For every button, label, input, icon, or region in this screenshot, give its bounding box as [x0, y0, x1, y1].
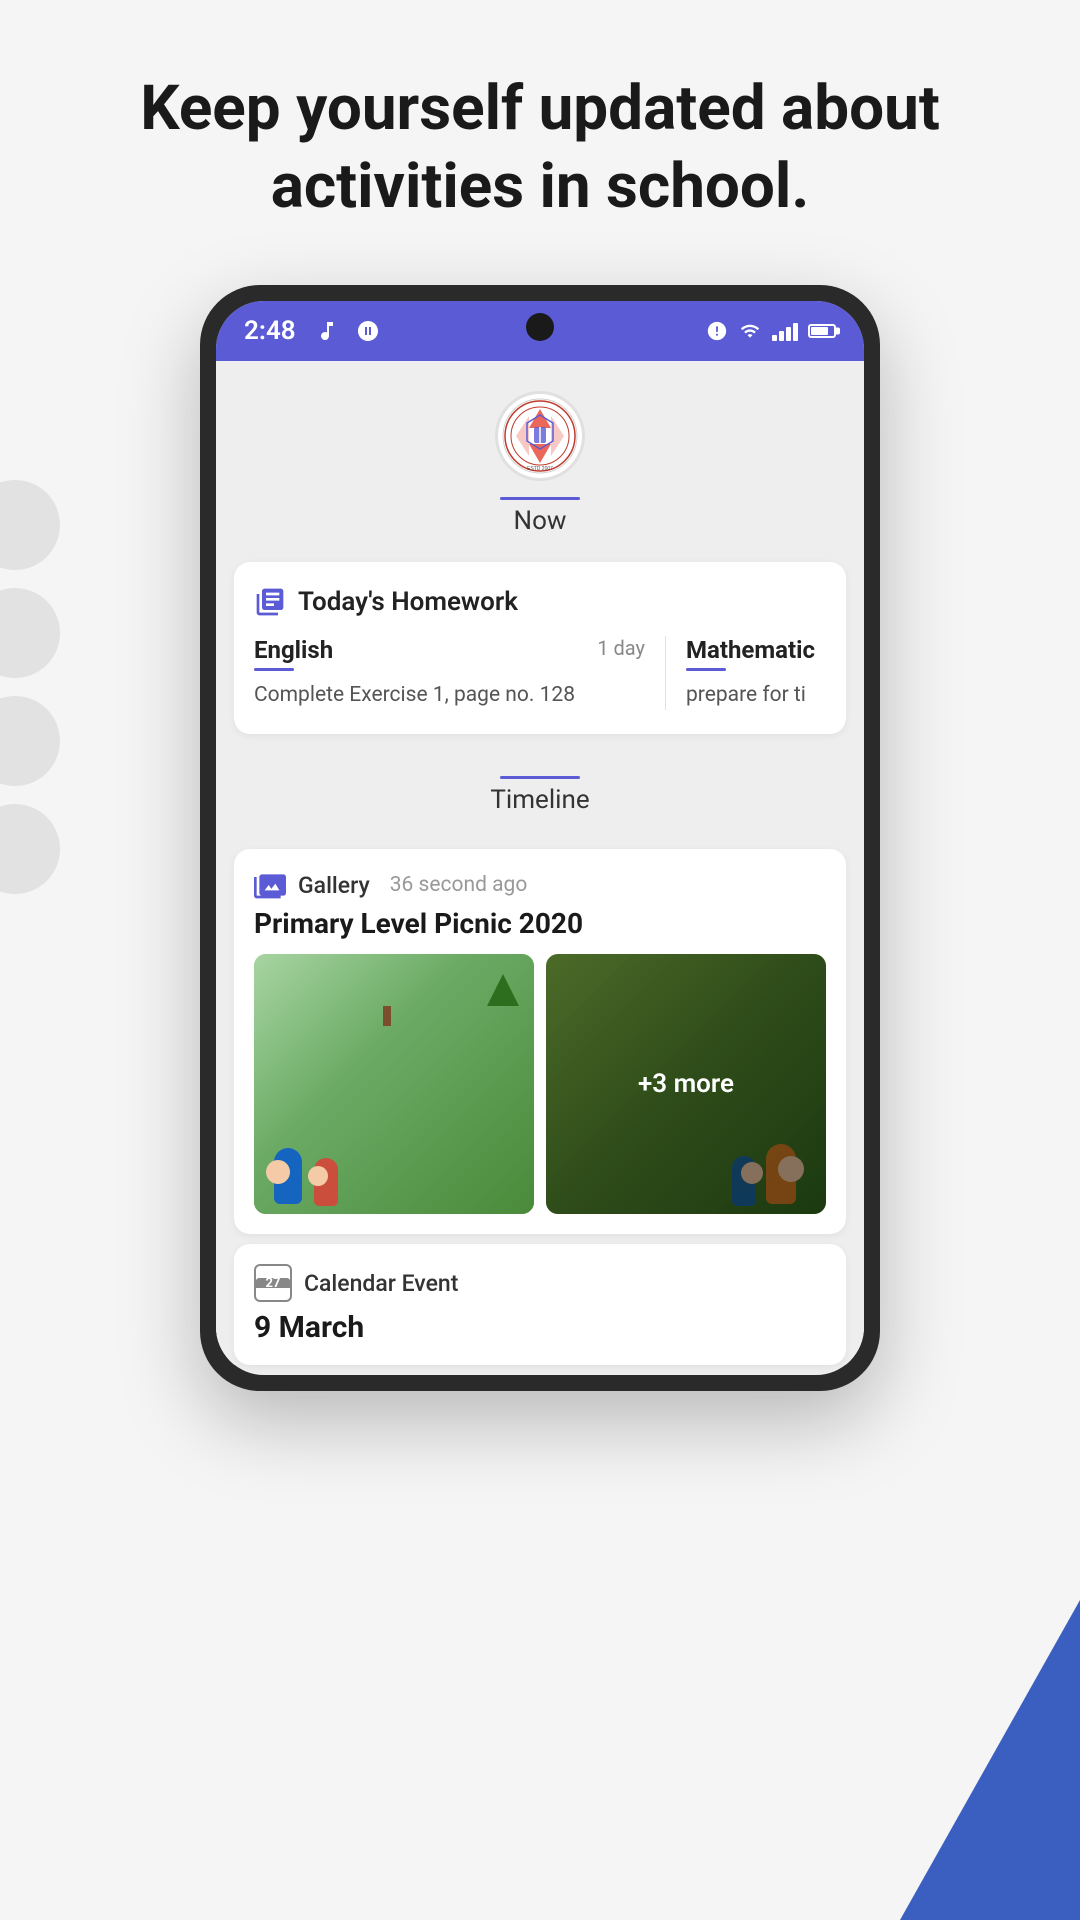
decorative-triangle: [900, 1600, 1080, 1920]
timeline-tab-label[interactable]: Timeline: [490, 785, 589, 831]
math-description: prepare for ti: [686, 681, 826, 710]
timeline-tab-underline: [500, 776, 580, 779]
gallery-image-2[interactable]: +3 more: [546, 954, 826, 1214]
gallery-images: +3 more: [254, 954, 826, 1214]
now-tab-label[interactable]: Now: [514, 506, 567, 552]
homework-card-header: Today's Homework: [254, 586, 826, 618]
svg-text:ESTD 2007: ESTD 2007: [527, 466, 553, 472]
school-logo: ESTD 2007: [495, 391, 585, 481]
music-icon: [318, 319, 342, 343]
gallery-card-header: Gallery 36 second ago: [254, 869, 826, 901]
calendar-icon: 27: [254, 1264, 292, 1302]
timeline-section: Timeline Gallery 36 second ago Primary: [216, 744, 864, 1365]
timeline-tab: Timeline: [216, 760, 864, 839]
status-bar: 2:48: [216, 301, 864, 361]
gallery-card[interactable]: Gallery 36 second ago Primary Level Picn…: [234, 849, 846, 1234]
gallery-image-1[interactable]: [254, 954, 534, 1214]
whatsapp-icon: [356, 319, 380, 343]
homework-icon: [254, 586, 286, 618]
english-subject: English: [254, 636, 333, 664]
phone-frame: 2:48: [200, 285, 880, 1391]
now-tab-underline: [500, 497, 580, 500]
battery-icon: [808, 324, 836, 338]
more-count-label: +3 more: [638, 1069, 734, 1099]
logo-section: ESTD 2007 Now: [216, 361, 864, 552]
english-days: 1 day: [597, 636, 645, 660]
homework-grid: English 1 day Complete Exercise 1, page …: [254, 636, 826, 710]
gallery-time: 36 second ago: [390, 873, 528, 897]
gallery-post-title: Primary Level Picnic 2020: [254, 907, 826, 940]
status-icons-right: [706, 320, 836, 342]
status-time: 2:48: [244, 316, 296, 346]
page-title: Keep yourself updated about activities i…: [0, 0, 1080, 285]
calendar-type-label: Calendar Event: [304, 1270, 458, 1297]
english-description: Complete Exercise 1, page no. 128: [254, 681, 645, 710]
calendar-date: 9 March: [254, 1310, 826, 1345]
camera-notch: [526, 313, 554, 341]
english-underline: [254, 668, 294, 671]
app-content: ESTD 2007 Now Today's Homework: [216, 361, 864, 1365]
gallery-icon: [254, 869, 286, 901]
more-overlay: +3 more: [546, 954, 826, 1214]
homework-item-math[interactable]: Mathematic prepare for ti: [686, 636, 826, 710]
math-subject: Mathematic: [686, 636, 815, 664]
homework-item-english[interactable]: English 1 day Complete Exercise 1, page …: [254, 636, 645, 710]
math-underline: [686, 668, 726, 671]
calendar-header: 27 Calendar Event: [254, 1264, 826, 1302]
calendar-card[interactable]: 27 Calendar Event 9 March: [234, 1244, 846, 1365]
alarm-icon: [706, 320, 728, 342]
phone-screen: 2:48: [216, 301, 864, 1375]
signal-bars: [772, 321, 798, 341]
school-logo-svg: ESTD 2007: [501, 397, 579, 475]
status-icons-left: [318, 319, 380, 343]
calendar-icon-top: 27: [256, 1278, 290, 1288]
decorative-circles: [0, 480, 60, 894]
homework-divider: [665, 636, 666, 710]
wifi-icon: [738, 321, 762, 341]
gallery-type-label: Gallery: [298, 872, 370, 899]
calendar-icon-num: 27: [266, 1276, 281, 1291]
homework-title: Today's Homework: [298, 587, 518, 617]
homework-card: Today's Homework English 1 day: [234, 562, 846, 734]
